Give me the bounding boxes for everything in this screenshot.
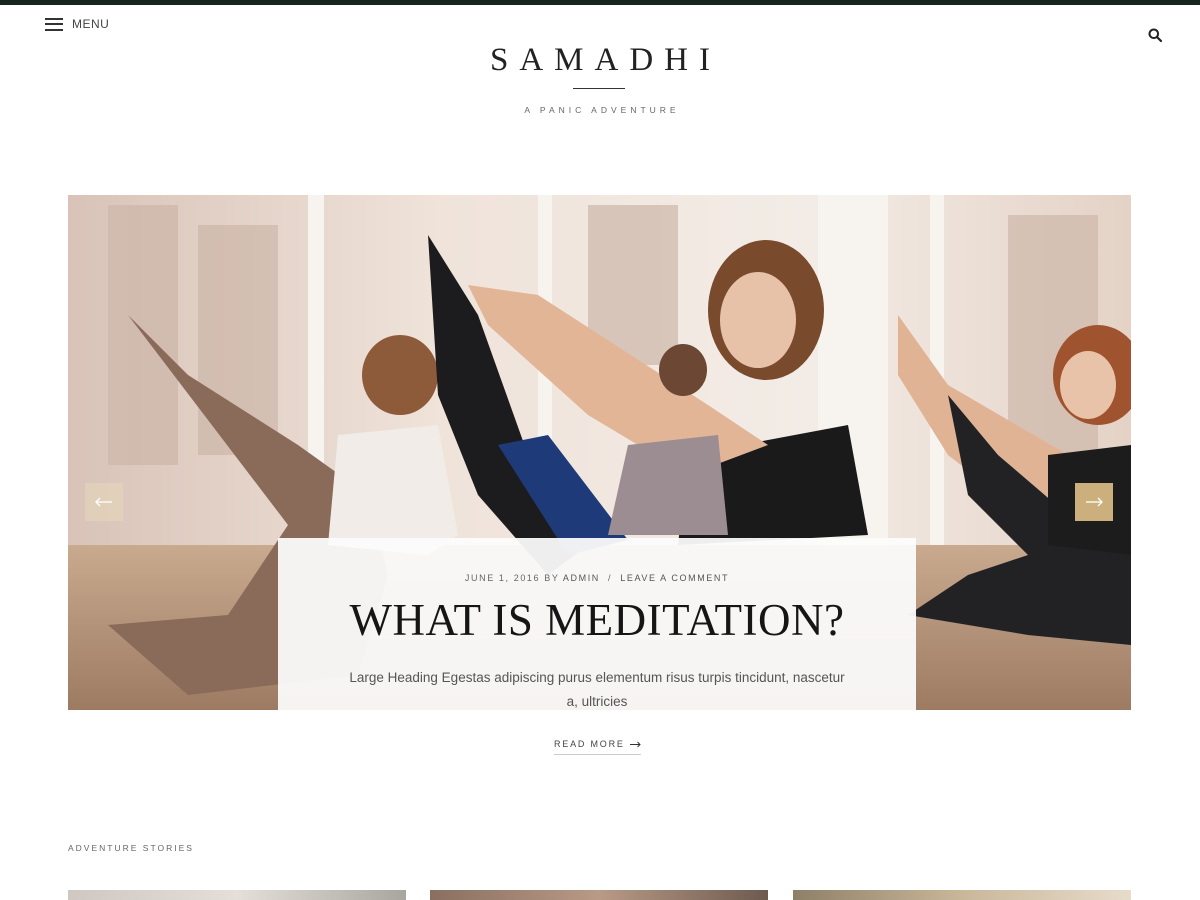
site-title[interactable]: SAMADHI — [0, 40, 1200, 80]
post-author-link[interactable]: ADMIN — [563, 573, 600, 583]
read-more-link[interactable]: READ MORE — [554, 737, 641, 755]
title-divider — [573, 88, 625, 89]
menu-toggle[interactable]: MENU — [45, 17, 109, 31]
post-by: BY — [544, 573, 560, 583]
top-accent-bar — [0, 0, 1200, 5]
arrow-left-icon — [95, 497, 112, 507]
post-meta: JUNE 1, 2016 BY ADMIN / LEAVE A COMMENT — [278, 572, 916, 584]
menu-label: MENU — [72, 17, 110, 31]
section-heading-adventure-stories: ADVENTURE STORIES — [68, 843, 194, 853]
site-tagline: A PANIC ADVENTURE — [524, 105, 680, 115]
leave-comment-link[interactable]: LEAVE A COMMENT — [620, 573, 729, 583]
story-card-thumbnail[interactable] — [793, 890, 1131, 900]
hamburger-icon — [45, 17, 63, 31]
post-title[interactable]: WHAT IS MEDITATION? — [278, 594, 916, 646]
story-card-thumbnail[interactable] — [68, 890, 406, 900]
slide-caption-card: JUNE 1, 2016 BY ADMIN / LEAVE A COMMENT … — [278, 538, 916, 710]
arrow-right-icon — [1086, 497, 1103, 507]
read-more-label: READ MORE — [554, 739, 625, 749]
slider-next-button[interactable] — [1075, 483, 1113, 521]
post-excerpt: Large Heading Egestas adipiscing purus e… — [349, 670, 845, 709]
post-date[interactable]: JUNE 1, 2016 — [465, 573, 540, 583]
story-card-thumbnail[interactable] — [430, 890, 768, 900]
arrow-right-icon — [629, 741, 641, 747]
slider-prev-button[interactable] — [85, 483, 123, 521]
meta-separator: / — [608, 573, 613, 583]
